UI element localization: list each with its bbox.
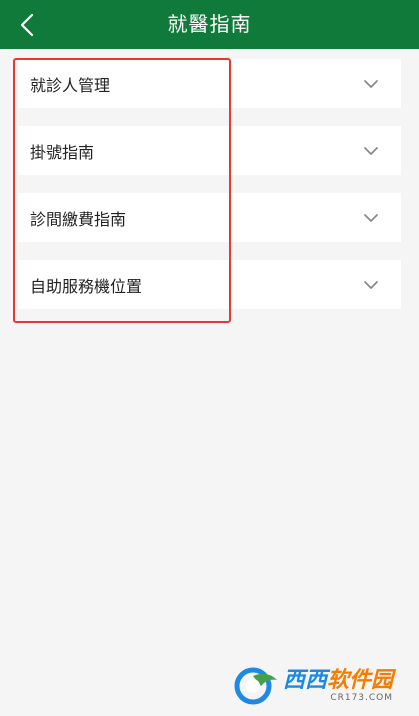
chevron-down-icon xyxy=(364,146,378,155)
list-item-patient-management[interactable]: 就診人管理 xyxy=(18,59,401,108)
list-item-label: 掛號指南 xyxy=(30,142,95,162)
watermark-brand: 西西 xyxy=(283,668,328,693)
list-item-label: 自助服務機位置 xyxy=(30,276,143,296)
top-bar: 就醫指南 xyxy=(0,0,419,49)
list-item-kiosk-location[interactable]: 自助服務機位置 xyxy=(18,260,401,309)
list-item-registration-guide[interactable]: 掛號指南 xyxy=(18,126,401,175)
watermark-brand-accent: 软件园 xyxy=(327,668,394,693)
list-item-label: 就診人管理 xyxy=(30,75,111,95)
list-item-label: 診間繳費指南 xyxy=(30,209,127,229)
chevron-down-icon xyxy=(364,280,378,289)
watermark: 西西软件园 CR173.COM xyxy=(233,664,411,708)
page-title: 就醫指南 xyxy=(167,12,252,36)
watermark-domain: CR173.COM xyxy=(330,693,394,703)
list-item-payment-guide[interactable]: 診間繳費指南 xyxy=(18,193,401,242)
chevron-down-icon xyxy=(364,79,378,88)
chevron-down-icon xyxy=(364,213,378,222)
watermark-logo-icon xyxy=(234,667,277,705)
guide-list: 就診人管理 掛號指南 診間繳費指南 自助服務機位置 xyxy=(0,59,419,327)
